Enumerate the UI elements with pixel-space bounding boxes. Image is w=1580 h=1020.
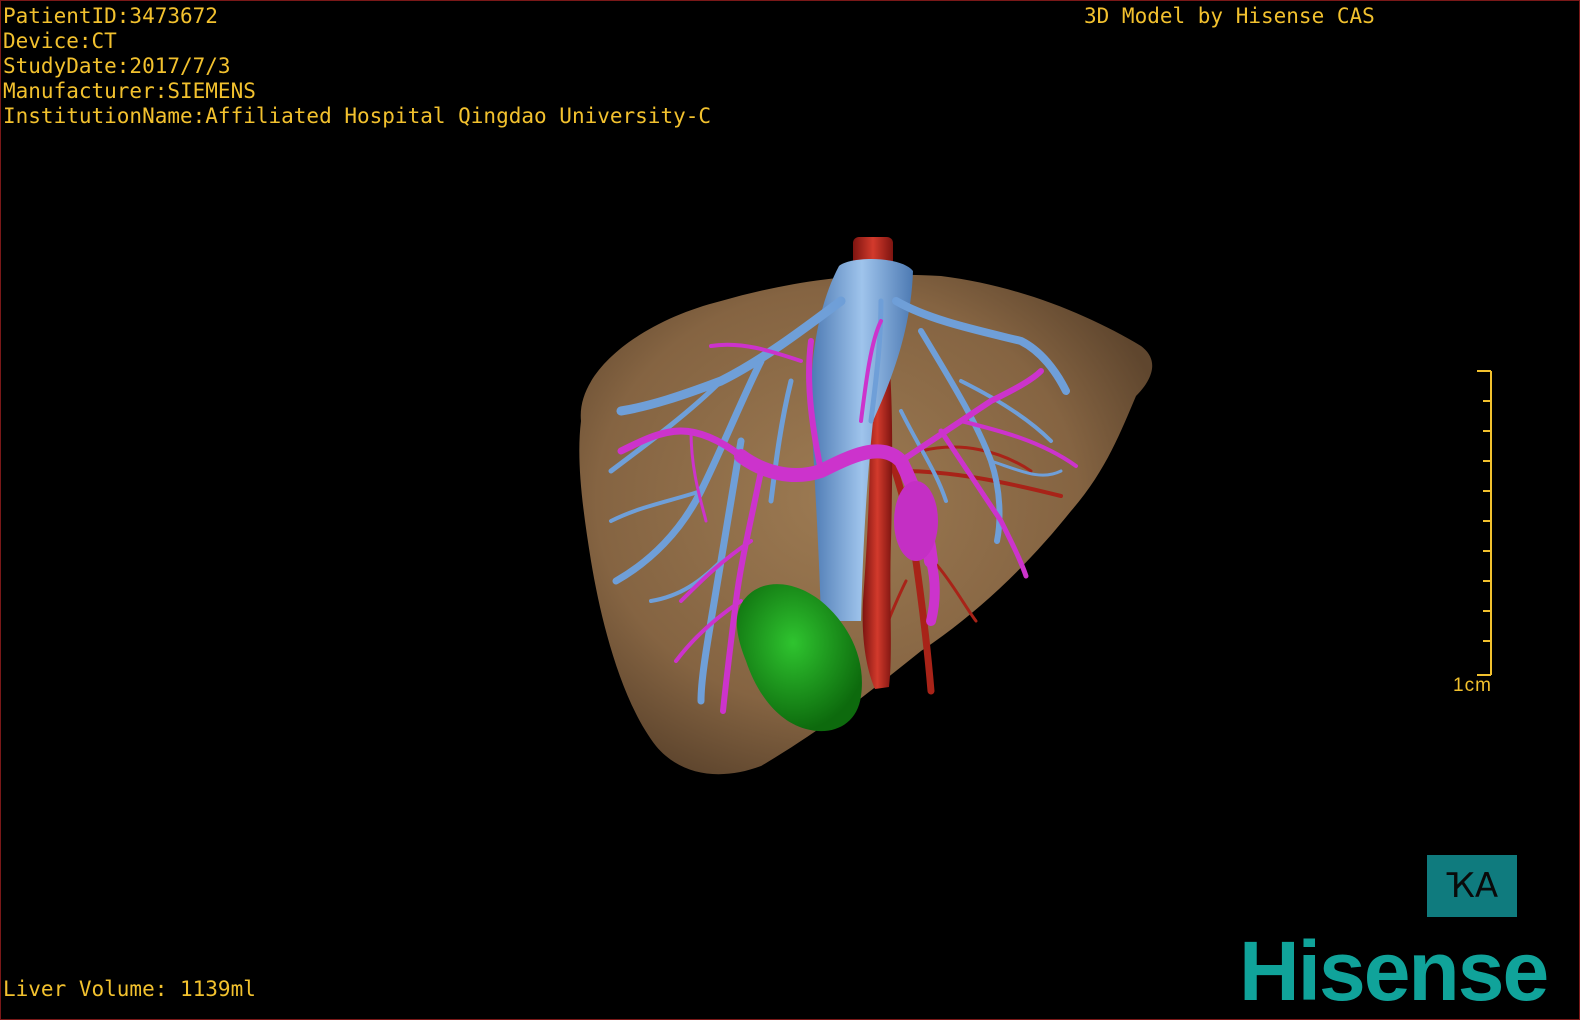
orientation-cube-icon: ҠA bbox=[1445, 866, 1499, 906]
3d-viewport[interactable]: PatientID:3473672 Device:CT StudyDate:20… bbox=[0, 0, 1580, 1020]
study-date-label: StudyDate:2017/7/3 bbox=[3, 54, 231, 78]
patient-id-label: PatientID:3473672 bbox=[3, 4, 218, 28]
hisense-logo: Hisense bbox=[1239, 924, 1549, 1018]
institution-label: InstitutionName:Affiliated Hospital Qing… bbox=[3, 104, 712, 128]
liver-3d-model[interactable] bbox=[1, 1, 1580, 1020]
portal-confluence bbox=[894, 481, 938, 561]
orientation-cube-button[interactable]: ҠA bbox=[1427, 855, 1517, 917]
scale-label: 1cm bbox=[1453, 675, 1492, 696]
model-credit: 3D Model by Hisense CAS bbox=[1084, 4, 1375, 28]
manufacturer-label: Manufacturer:SIEMENS bbox=[3, 79, 256, 103]
device-label: Device:CT bbox=[3, 29, 117, 53]
scale-ruler-icon bbox=[1477, 370, 1492, 676]
liver-volume-label: Liver Volume: 1139ml bbox=[3, 977, 256, 1001]
